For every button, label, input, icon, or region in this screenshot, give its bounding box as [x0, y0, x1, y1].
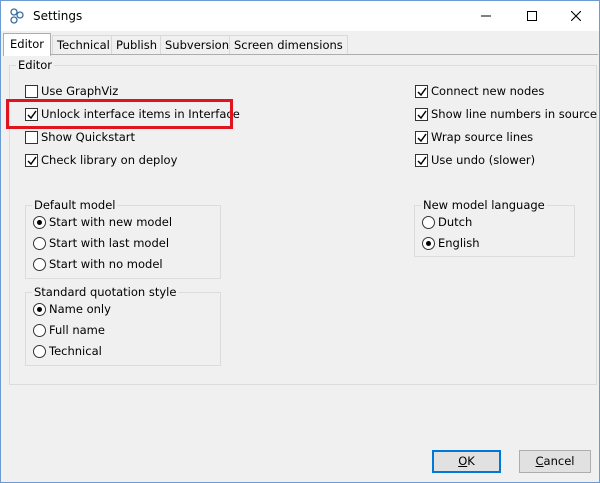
- tab-screen-dimensions[interactable]: Screen dimensions: [229, 35, 348, 55]
- cancel-button[interactable]: Cancel: [519, 450, 591, 473]
- default-model-title: Default model: [32, 198, 118, 212]
- checkbox-label: Wrap source lines: [431, 130, 534, 144]
- cancel-label-rest: ancel: [543, 454, 575, 468]
- settings-window: Settings Editor Technical Publish Subver…: [0, 0, 600, 483]
- checkbox-label: Show Quickstart: [41, 130, 135, 144]
- radio-circle: [422, 237, 435, 250]
- cancel-mnemonic: C: [535, 454, 544, 468]
- minimize-icon: [481, 15, 491, 17]
- model-language-title: New model language: [421, 198, 547, 212]
- checkbox-box: [415, 154, 428, 167]
- check-icon: [417, 156, 427, 166]
- title-bar[interactable]: Settings: [1, 1, 599, 31]
- check-icon: [417, 87, 427, 97]
- radio-label: Start with no model: [49, 257, 163, 271]
- radio-label: Full name: [49, 323, 105, 337]
- radio-dot: [426, 241, 431, 246]
- checkbox-label: Check library on deploy: [41, 153, 178, 167]
- radio-dot: [37, 220, 42, 225]
- tab-subversion[interactable]: Subversion: [160, 35, 235, 55]
- radio-circle: [422, 216, 435, 229]
- maximize-icon: [527, 11, 537, 21]
- app-icon: [10, 8, 24, 24]
- window-title: Settings: [33, 9, 83, 23]
- highlight-box: [6, 99, 233, 129]
- radio-circle: [33, 216, 46, 229]
- radio-circle: [33, 237, 46, 250]
- close-icon: [571, 11, 581, 21]
- checkbox-box: [25, 154, 38, 167]
- tab-editor[interactable]: Editor: [3, 33, 52, 56]
- close-button[interactable]: [553, 1, 599, 31]
- radio-circle: [33, 345, 46, 358]
- radio-circle: [33, 303, 46, 316]
- editor-group-title: Editor: [16, 58, 55, 72]
- tab-strip: Editor Technical Publish Subversion Scre…: [1, 31, 599, 56]
- radio-dot: [37, 307, 42, 312]
- quotation-style-title: Standard quotation style: [32, 285, 179, 299]
- checkbox-box: [25, 131, 38, 144]
- checkbox-label: Use GraphViz: [41, 84, 119, 98]
- checkbox-label: Connect new nodes: [431, 84, 545, 98]
- maximize-button[interactable]: [509, 1, 555, 31]
- check-icon: [417, 133, 427, 143]
- tab-technical[interactable]: Technical: [52, 35, 115, 55]
- radio-label: Start with new model: [49, 215, 173, 229]
- check-icon: [417, 110, 427, 120]
- radio-label: English: [438, 236, 480, 250]
- checkbox-label: Show line numbers in source: [431, 107, 597, 121]
- radio-label: Technical: [49, 344, 102, 358]
- ok-button[interactable]: OK: [432, 450, 501, 473]
- radio-label: Name only: [49, 302, 111, 316]
- checkbox-box: [415, 108, 428, 121]
- ok-mnemonic: O: [458, 454, 468, 468]
- radio-circle: [33, 258, 46, 271]
- checkbox-box: [415, 85, 428, 98]
- radio-label: Start with last model: [49, 236, 170, 250]
- minimize-button[interactable]: [463, 1, 509, 31]
- check-icon: [27, 156, 37, 166]
- tab-publish[interactable]: Publish: [111, 35, 162, 55]
- checkbox-box: [415, 131, 428, 144]
- radio-label: Dutch: [438, 215, 473, 229]
- checkbox-label: Use undo (slower): [431, 153, 536, 167]
- ok-label-rest: K: [467, 454, 475, 468]
- checkbox-box: [25, 85, 38, 98]
- radio-circle: [33, 324, 46, 337]
